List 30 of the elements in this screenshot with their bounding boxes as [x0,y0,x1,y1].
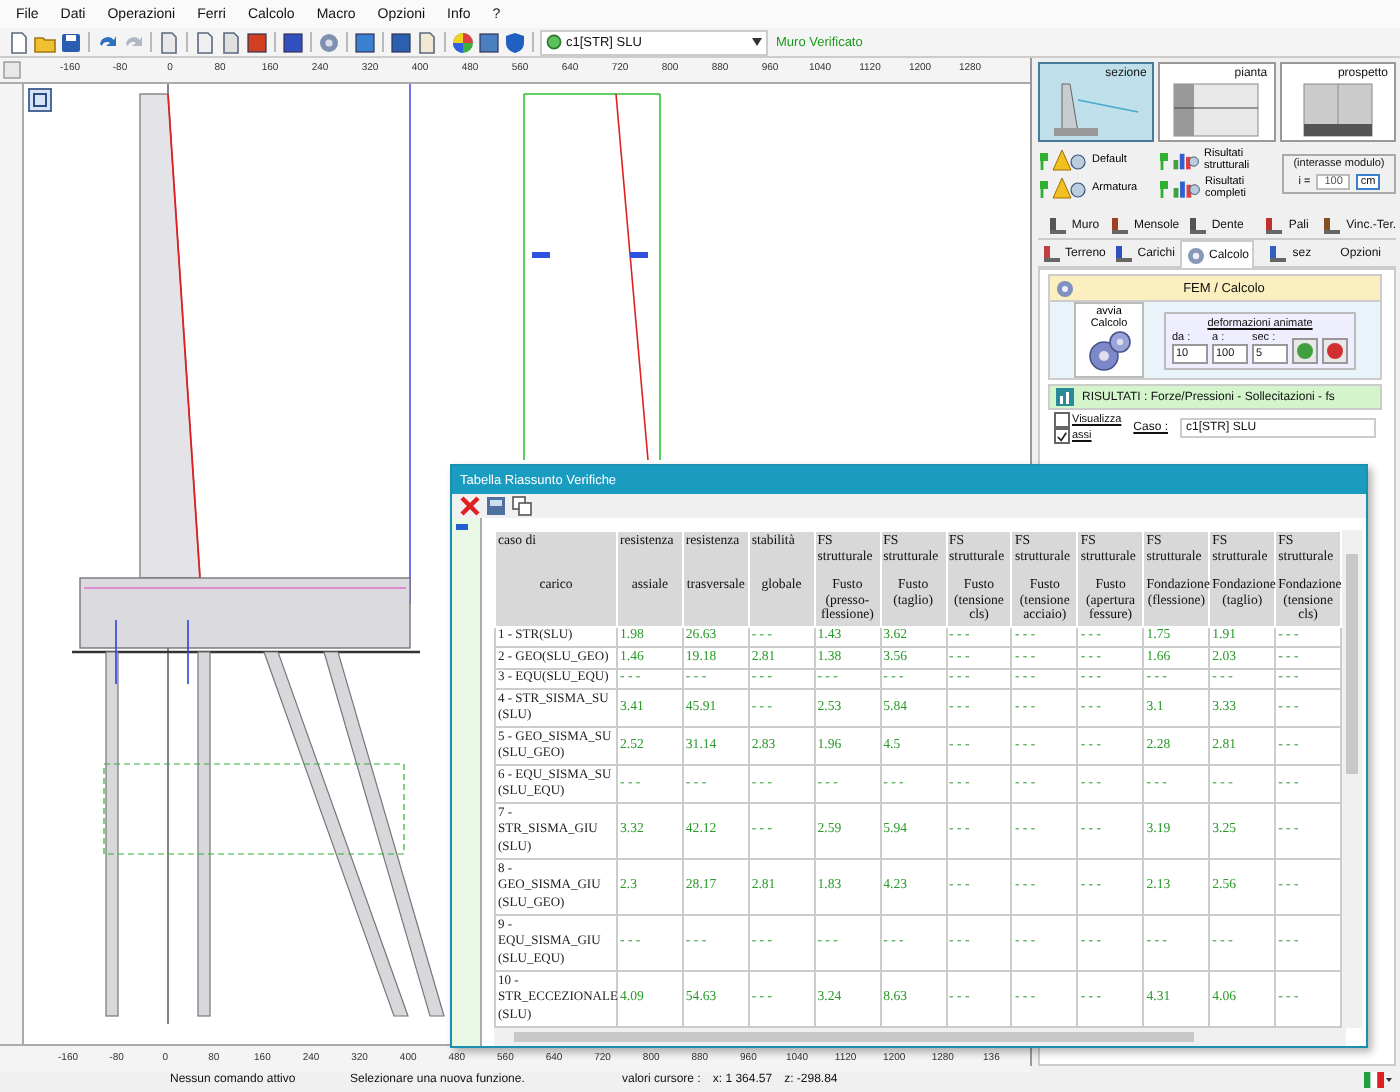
checkbox[interactable] [1054,428,1070,444]
gear-icon[interactable] [318,31,340,53]
warning-icon [1052,148,1088,172]
chart-icon [1172,176,1201,200]
bar-chart-icon [1056,388,1074,406]
checkbox[interactable] [1054,412,1070,428]
status-dot-icon [546,34,562,50]
zoom-fit-icon[interactable] [28,88,52,112]
wall-plan-icon [1170,80,1263,140]
pin-icon[interactable] [1038,179,1050,197]
pin-icon[interactable] [1158,151,1170,169]
chart-icon [1172,148,1200,172]
shield-icon[interactable] [504,31,526,53]
vertical-scrollbar[interactable] [1342,530,1362,1028]
gear-icon [1056,279,1074,297]
warning-icon [1052,176,1088,200]
color-wheel-icon[interactable] [452,31,474,53]
play-animation-icon[interactable] [1292,337,1318,363]
pin-icon[interactable] [1158,179,1170,197]
gears-icon [1085,330,1133,374]
stop-animation-icon[interactable] [1322,337,1348,363]
flag-icon[interactable] [1364,1071,1392,1087]
copy-icon[interactable] [512,496,532,516]
horizontal-scrollbar[interactable] [494,1028,1346,1046]
pin-icon[interactable] [1038,151,1050,169]
save-icon[interactable] [60,31,82,53]
caret-icon [752,38,762,46]
close-icon[interactable] [460,496,480,516]
wall-section-icon [1050,80,1143,140]
gear-icon [1185,245,1205,265]
